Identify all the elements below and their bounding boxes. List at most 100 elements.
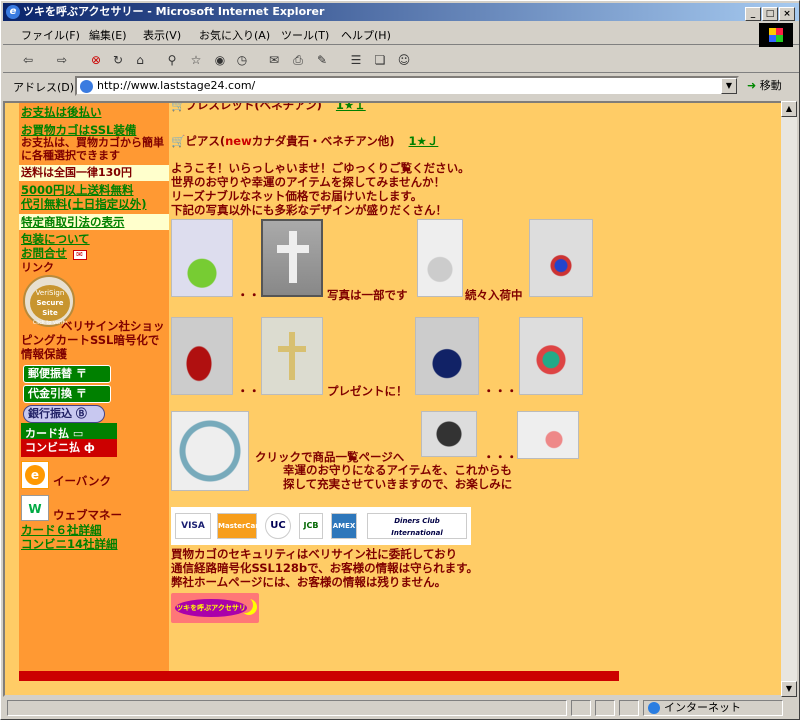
sidebar: お支払は後払い お買物カゴはSSL装備 お支払は、買物カゴから簡単に各種選択でき… xyxy=(19,103,169,673)
ebank-logo[interactable]: e xyxy=(21,461,49,489)
post-mark-icon: 〒 xyxy=(75,387,87,400)
card-detail-link[interactable]: カード６社詳細 xyxy=(21,523,102,537)
line-pierce-new: new xyxy=(225,134,252,148)
scroll-up-icon[interactable]: ▲ xyxy=(781,101,797,117)
menu-help[interactable]: ヘルプ(H) xyxy=(341,27,391,43)
pay-postal-label: 郵便振替 xyxy=(28,367,72,380)
line-pierce-pre: ピアス( xyxy=(185,134,226,148)
address-label: アドレス(D) xyxy=(13,81,75,94)
line-bracelet-text: ブレスレット(ベネチアン) xyxy=(185,101,322,112)
product-image-black-ring[interactable] xyxy=(421,411,477,457)
pay-postal-button[interactable]: 郵便振替 〒 xyxy=(23,365,111,383)
uc-logo: UC xyxy=(265,513,291,539)
status-cell xyxy=(595,700,615,716)
minimize-button[interactable]: _ xyxy=(745,7,761,21)
status-zone: インターネット xyxy=(643,700,783,716)
conv-detail-link[interactable]: コンビニ14社詳細 xyxy=(21,537,118,551)
discuss-icon[interactable]: ☰ xyxy=(347,51,365,69)
caption-present: プレゼントに！ xyxy=(327,384,408,398)
address-input[interactable]: http://www.laststage24.com/ ▼ xyxy=(75,76,739,96)
research-icon[interactable]: ❏ xyxy=(371,51,389,69)
caption-partial: 写真は一部です xyxy=(327,288,408,302)
product-image-silver-pendant[interactable] xyxy=(417,219,463,297)
stop-icon[interactable]: ⊗ xyxy=(87,51,105,69)
sidebar-item-pay-later[interactable]: お支払は後払い xyxy=(21,105,102,119)
product-image-cross-pendant[interactable] xyxy=(261,219,323,297)
go-button[interactable]: ➜ 移動 xyxy=(747,77,782,93)
messenger-icon[interactable]: ☺ xyxy=(395,51,413,69)
search-icon[interactable]: ⚲ xyxy=(163,51,181,69)
page-viewport: お支払は後払い お買物カゴはSSL装備 お支払は、買物カゴから簡単に各種選択でき… xyxy=(3,101,783,697)
favorites-icon[interactable]: ☆ xyxy=(187,51,205,69)
sidebar-item-links[interactable]: リンク xyxy=(21,261,54,274)
menu-edit[interactable]: 編集(E) xyxy=(89,27,127,43)
caption-future: 幸運のお守りになるアイテムを、これからも 探して充実させていきますので、お楽しみ… xyxy=(283,463,512,491)
product-image-blue-bracelet[interactable] xyxy=(171,411,249,491)
media-icon[interactable]: ◉ xyxy=(211,51,229,69)
jcb-logo: JCB xyxy=(299,513,323,539)
pay-conv-button[interactable]: コンビニ払 ф xyxy=(21,439,117,457)
intro-line2: 世界のお守りや幸運のアイテムを探してみませんか！ xyxy=(171,175,446,189)
security-line3: 弊社ホームページには、お客様の情報は残りません。 xyxy=(171,575,447,589)
forward-icon[interactable]: ⇨ xyxy=(53,51,71,69)
scroll-down-icon[interactable]: ▼ xyxy=(781,681,797,697)
toolbar: ⇦ ⇨ ⊗ ↻ ⌂ ⚲ ☆ ◉ ◷ ✉ ⎙ ✎ ☰ ❏ ☺ xyxy=(3,47,799,73)
globe-icon xyxy=(648,702,660,714)
menu-view[interactable]: 表示(V) xyxy=(143,27,181,43)
browser-window: e ツキを呼ぶアクセサリー - Microsoft Internet Explo… xyxy=(0,0,800,720)
menu-tools[interactable]: ツール(T) xyxy=(281,27,329,43)
pay-bank-label: 銀行振込 xyxy=(28,407,72,420)
line-pierce-link[interactable]: 1★Ｊ xyxy=(409,134,439,148)
webmoney-logo[interactable]: W xyxy=(21,495,49,521)
sidebar-contact-row: お問合せ ✉ xyxy=(21,246,87,260)
product-image-blue-bead[interactable] xyxy=(415,317,479,395)
sidebar-item-cod-free[interactable]: 代引無料(土日指定以外) xyxy=(21,197,147,211)
status-cell xyxy=(571,700,591,716)
sidebar-shipping-text: 送料は全国一律130円 xyxy=(19,165,169,181)
cart-icon: 🛒 xyxy=(171,101,186,112)
product-image-pink-ring[interactable] xyxy=(517,411,579,459)
line-bracelet-link[interactable]: 1★Ｉ xyxy=(336,103,366,112)
pay-conv-label: コンビニ払 xyxy=(25,441,80,454)
intro-line3: リーズナブルなネット価格でお届けいたします。 xyxy=(171,189,423,203)
security-line1: 買物カゴのセキュリティはベリサイン社に委託しており xyxy=(171,547,458,561)
address-bar: アドレス(D) http://www.laststage24.com/ ▼ ➜ … xyxy=(3,74,799,98)
mail-icon[interactable]: ✉ xyxy=(265,51,283,69)
close-button[interactable]: × xyxy=(779,7,795,21)
sidebar-item-contact[interactable]: お問合せ xyxy=(21,246,67,260)
product-image-green-pendant[interactable] xyxy=(171,219,233,297)
menu-favorites[interactable]: お気に入り(A) xyxy=(199,27,270,43)
refresh-icon[interactable]: ↻ xyxy=(109,51,127,69)
address-dropdown-icon[interactable]: ▼ xyxy=(721,78,737,94)
address-url: http://www.laststage24.com/ xyxy=(97,79,256,92)
product-image-mandala-pendant[interactable] xyxy=(519,317,583,395)
webmoney-icon: W xyxy=(28,502,42,516)
home-icon[interactable]: ⌂ xyxy=(131,51,149,69)
history-icon[interactable]: ◷ xyxy=(233,51,251,69)
sidebar-item-law[interactable]: 特定商取引法の表示 xyxy=(19,214,169,230)
back-icon[interactable]: ⇦ xyxy=(19,51,37,69)
cross-icon xyxy=(289,332,295,380)
mastercard-logo: MasterCard xyxy=(217,513,264,539)
product-image-beaded-pendant[interactable] xyxy=(529,219,593,297)
product-image-red-horn[interactable] xyxy=(171,317,233,395)
pay-bank-button[interactable]: 銀行振込 Ⓑ xyxy=(23,405,105,423)
mail-envelope-icon[interactable]: ✉ xyxy=(72,250,87,260)
security-line2: 通信経路暗号化SSL128bで、お客様の情報は守られます。 xyxy=(171,561,479,575)
product-image-gold-cross[interactable] xyxy=(261,317,323,395)
print-icon[interactable]: ⎙ xyxy=(289,51,307,69)
sidebar-item-ssl[interactable]: お買物カゴはSSL装備 xyxy=(21,123,136,137)
cross-bar xyxy=(278,346,306,352)
pay-cod-button[interactable]: 代金引換 〒 xyxy=(23,385,111,403)
site-banner[interactable]: ツキを呼ぶアクセサリー xyxy=(171,593,259,623)
menu-file[interactable]: ファイル(F) xyxy=(21,27,80,43)
maximize-button[interactable]: □ xyxy=(762,7,778,21)
sidebar-item-wrapping[interactable]: 包装について xyxy=(21,232,90,246)
vertical-scrollbar[interactable]: ▲ ▼ xyxy=(781,101,797,697)
edit-icon[interactable]: ✎ xyxy=(313,51,331,69)
dots: ・・ xyxy=(237,288,260,302)
sidebar-item-free-shipping[interactable]: 5000円以上送料無料 xyxy=(21,183,134,197)
caption-arriving: 続々入荷中 xyxy=(465,288,523,302)
sidebar-pay-choice-text: お支払は、買物カゴから簡単に各種選択できます xyxy=(21,136,164,162)
moon-icon xyxy=(237,597,253,613)
